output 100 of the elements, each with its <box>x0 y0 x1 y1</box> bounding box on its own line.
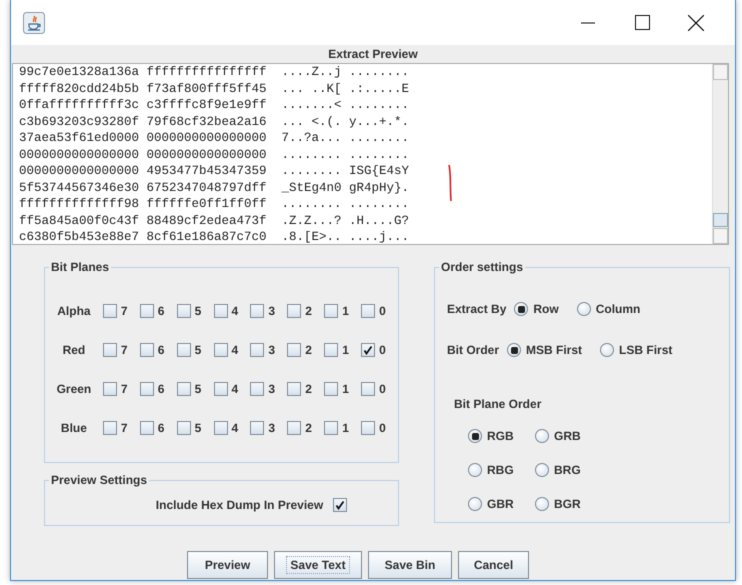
dialog-button[interactable]: Preview <box>187 551 268 579</box>
checkbox-label: 6 <box>158 342 164 358</box>
group-title: Bit Planes <box>49 260 112 274</box>
checkbox-label: 6 <box>158 380 164 398</box>
checkbox[interactable] <box>140 304 154 318</box>
radio-button[interactable] <box>468 429 482 443</box>
radio-button[interactable] <box>535 497 549 511</box>
checkbox-label: 5 <box>194 342 202 358</box>
checkbox[interactable] <box>361 420 376 434</box>
checkbox-label: Include Hex Dump In Preview <box>156 497 324 514</box>
radio-label: GRB <box>554 428 581 445</box>
radio-label: BRG <box>554 462 581 479</box>
checkbox-label: 7 <box>120 302 128 320</box>
checkbox[interactable] <box>361 304 376 318</box>
checkbox-label: 5 <box>194 420 202 436</box>
field-label: Bit Order <box>447 342 500 359</box>
radio-label: RBG <box>487 462 514 479</box>
checkbox-label: 1 <box>342 380 349 398</box>
radio-button[interactable] <box>507 343 522 357</box>
checkbox[interactable] <box>214 420 228 434</box>
radio-label: RGB <box>487 428 514 445</box>
text-line: ffffffffffffff98 ffffffe0ff1ff0ff ........ ........ <box>19 196 410 212</box>
radio-button[interactable] <box>514 302 528 316</box>
checkbox[interactable] <box>287 342 302 356</box>
row-label: Blue <box>60 420 87 434</box>
checkbox[interactable] <box>140 342 154 356</box>
radio-button[interactable] <box>535 463 549 477</box>
section-title: Bit Plane Order <box>454 396 542 413</box>
checkbox-label: 0 <box>379 380 386 398</box>
radio-label: BGR <box>554 496 581 513</box>
checkbox-label: 4 <box>232 342 238 358</box>
checkbox-label: 4 <box>232 302 238 320</box>
text-line: ff5a845a00f0c43f 88489cf2edea473f .Z.Z...? .H....G? <box>19 212 410 229</box>
checkbox[interactable] <box>361 382 376 396</box>
scrollbar[interactable] <box>712 64 728 244</box>
checkbox[interactable] <box>214 382 228 396</box>
checkbox[interactable] <box>250 342 264 356</box>
annotation-mark <box>447 163 455 203</box>
radio-label: LSB First <box>619 342 672 359</box>
checkbox[interactable] <box>250 420 264 434</box>
dialog-button[interactable]: Cancel <box>458 551 529 579</box>
checkbox[interactable] <box>176 382 191 396</box>
checkbox[interactable] <box>324 304 338 318</box>
radio-button[interactable] <box>535 429 549 443</box>
text-line: 37aea53f61ed0000 0000000000000000 7..?a... ........ <box>19 130 410 146</box>
group-title: Preview Settings <box>49 473 150 487</box>
text-line: 99c7e0e1328a136a ffffffffffffffff ....Z..j ........ <box>19 64 410 80</box>
checkbox-label: 3 <box>268 380 276 398</box>
dialog-button[interactable]: Save Text <box>274 551 362 579</box>
radio-button[interactable] <box>468 463 482 477</box>
checkbox[interactable] <box>214 342 228 356</box>
checkbox[interactable] <box>176 342 191 356</box>
radio-button[interactable] <box>468 497 482 511</box>
checkbox[interactable] <box>333 498 348 512</box>
checkbox-label: 2 <box>305 380 312 398</box>
checkbox-label: 2 <box>305 302 312 320</box>
text-line: fffff820cdd24b5b f73af800fff5ff45 ... ..K[ .:.....E <box>19 80 410 97</box>
checkbox-label: 0 <box>379 420 386 436</box>
dialog-button[interactable]: Save Bin <box>368 551 452 579</box>
checkbox-label: 0 <box>379 342 386 358</box>
checkbox-label: 7 <box>120 342 128 358</box>
checkbox[interactable] <box>324 382 338 396</box>
checkbox-label: 1 <box>342 342 349 358</box>
group-title: Order settings <box>439 260 526 274</box>
checkbox[interactable] <box>250 304 264 318</box>
checkbox-label: 4 <box>232 420 238 436</box>
radio-label: Row <box>533 301 559 318</box>
checkbox[interactable] <box>102 304 117 318</box>
checkbox[interactable] <box>102 342 117 356</box>
field-label: Extract By <box>447 301 506 318</box>
text-line: c3b693203c93280f 79f68cf32bea2a16 ... <.(. y...+.*. <box>19 114 410 130</box>
minimize-icon <box>581 22 595 24</box>
preview-title: Extract Preview <box>328 47 418 61</box>
checkbox[interactable] <box>214 304 228 318</box>
checkbox[interactable] <box>287 382 302 396</box>
radio-button[interactable] <box>600 343 614 357</box>
checkbox[interactable] <box>176 420 191 434</box>
radio-label: Column <box>596 301 640 318</box>
checkbox-label: 0 <box>379 302 386 320</box>
checkbox[interactable] <box>102 420 117 434</box>
checkbox-label: 7 <box>120 380 128 398</box>
checkbox-label: 5 <box>194 380 202 398</box>
checkbox[interactable] <box>250 382 264 396</box>
row-label: Green <box>56 382 92 396</box>
checkbox[interactable] <box>140 382 154 396</box>
checkbox[interactable] <box>140 420 154 434</box>
radio-label: GBR <box>487 496 514 513</box>
checkbox-label: 7 <box>120 420 128 436</box>
checkbox[interactable] <box>287 304 302 318</box>
checkbox-label: 1 <box>342 420 349 436</box>
checkbox[interactable] <box>287 420 302 434</box>
checkbox-label: 2 <box>305 420 312 436</box>
checkbox-label: 6 <box>158 420 164 436</box>
checkbox[interactable] <box>176 304 191 318</box>
checkbox[interactable] <box>324 342 338 356</box>
checkbox[interactable] <box>361 342 376 356</box>
checkbox[interactable] <box>324 420 338 434</box>
radio-button[interactable] <box>576 302 591 316</box>
checkbox[interactable] <box>102 382 117 396</box>
text-line: 0000000000000000 4953477b45347359 ........ ISG{E4sY <box>19 163 410 180</box>
